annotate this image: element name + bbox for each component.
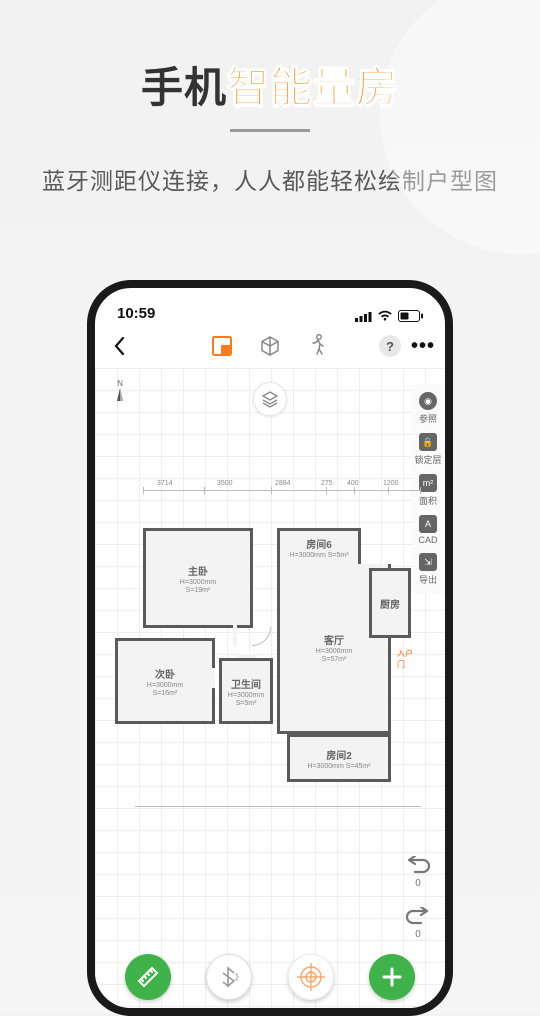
bluetooth-icon bbox=[217, 965, 241, 989]
view-mode-tabs bbox=[210, 334, 330, 358]
area-icon: m² bbox=[419, 474, 437, 492]
redo-icon bbox=[405, 907, 431, 927]
dimension-line-top bbox=[143, 490, 421, 491]
side-panel: ◉参照 🔒锁定层 m²面积 ACAD ⇲导出 bbox=[411, 384, 445, 594]
redo-button[interactable]: 0 bbox=[405, 907, 431, 940]
tab-2d[interactable] bbox=[210, 334, 234, 358]
layers-button[interactable] bbox=[253, 382, 287, 416]
wifi-icon bbox=[377, 310, 393, 322]
room-2[interactable]: 房间2 H=3000mm S=45m² bbox=[287, 734, 391, 782]
dim-top-5: 1200 bbox=[383, 480, 399, 487]
cube-icon bbox=[259, 335, 281, 357]
floorplan-icon bbox=[211, 335, 233, 357]
floor-plan[interactable]: 主卧 H=3000mm S=19m² 次卧 H=3000mm S=16m² 卫生… bbox=[115, 508, 415, 798]
status-time: 10:59 bbox=[117, 305, 155, 322]
dim-top-2: 2884 bbox=[275, 480, 291, 487]
lock-icon: 🔒 bbox=[419, 433, 437, 451]
signal-icon bbox=[355, 311, 372, 322]
app-toolbar: ? ••• bbox=[95, 324, 445, 368]
crosshair-icon bbox=[296, 962, 326, 992]
dimension-line-bottom bbox=[135, 806, 421, 807]
room-second-bedroom[interactable]: 次卧 H=3000mm S=16m² bbox=[115, 638, 215, 724]
export-icon: ⇲ bbox=[419, 553, 437, 571]
headline-underline bbox=[230, 129, 310, 132]
undo-button[interactable]: 0 bbox=[405, 856, 431, 889]
side-lock-layer[interactable]: 🔒锁定层 bbox=[411, 433, 445, 466]
side-reference[interactable]: ◉参照 bbox=[411, 392, 445, 425]
door-bath bbox=[237, 654, 257, 658]
action-bar bbox=[95, 954, 445, 1000]
more-button[interactable]: ••• bbox=[411, 335, 435, 358]
battery-icon bbox=[398, 310, 423, 322]
status-bar: 10:59 bbox=[95, 288, 445, 324]
door-master bbox=[233, 624, 237, 646]
dim-top-1: 3500 bbox=[217, 480, 233, 487]
room-6[interactable]: 房间6 H=3000mm S=5m² bbox=[277, 528, 361, 564]
dim-top-4: 400 bbox=[347, 480, 359, 487]
dim-top-0: 3714 bbox=[157, 480, 173, 487]
headline-part2: 智能量房 bbox=[227, 64, 399, 111]
tab-3d[interactable] bbox=[258, 334, 282, 358]
side-cad[interactable]: ACAD bbox=[411, 515, 445, 545]
bg-decoration bbox=[380, 0, 540, 254]
status-icons bbox=[355, 310, 423, 322]
add-button[interactable] bbox=[369, 954, 415, 1000]
back-button[interactable] bbox=[105, 336, 133, 356]
walk-icon bbox=[308, 334, 328, 358]
room-kitchen[interactable]: 厨房 bbox=[369, 568, 411, 638]
undo-icon bbox=[405, 856, 431, 876]
chevron-left-icon bbox=[111, 336, 127, 356]
measure-button[interactable] bbox=[125, 954, 171, 1000]
eye-icon: ◉ bbox=[419, 392, 437, 410]
entry-door-label: 入户门 bbox=[397, 648, 415, 670]
compass-icon: N bbox=[111, 378, 129, 413]
room-master-bedroom[interactable]: 主卧 H=3000mm S=19m² bbox=[143, 528, 253, 628]
ruler-icon bbox=[136, 965, 160, 989]
plus-icon bbox=[381, 966, 403, 988]
canvas-area[interactable]: N ◉参照 🔒锁定层 m²面积 ACAD ⇲导出 3714 3500 2884 … bbox=[95, 368, 445, 1016]
history-controls: 0 0 bbox=[405, 856, 431, 940]
dim-top-3: 275 bbox=[321, 480, 333, 487]
door-second bbox=[211, 668, 215, 688]
side-export[interactable]: ⇲导出 bbox=[411, 553, 445, 586]
cad-icon: A bbox=[419, 515, 437, 533]
svg-text:N: N bbox=[117, 379, 123, 388]
room-bathroom[interactable]: 卫生间 H=3000mm S=5m² bbox=[219, 658, 273, 724]
target-button[interactable] bbox=[288, 954, 334, 1000]
headline-part1: 手机 bbox=[141, 64, 227, 111]
help-button[interactable]: ? bbox=[379, 335, 401, 357]
layers-icon bbox=[260, 389, 280, 409]
phone-mockup: 10:59 ? ••• N bbox=[87, 280, 453, 1016]
tab-walk[interactable] bbox=[306, 334, 330, 358]
bluetooth-button[interactable] bbox=[206, 954, 252, 1000]
